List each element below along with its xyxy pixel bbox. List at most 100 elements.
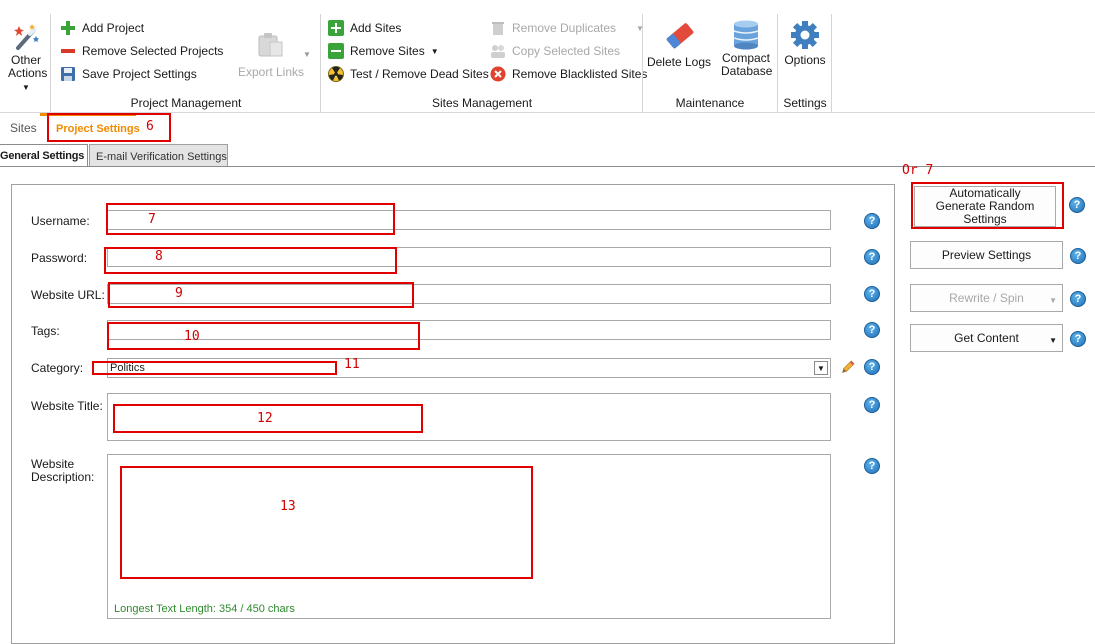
add-sites-label: Add Sites bbox=[350, 21, 402, 35]
blacklist-x-icon bbox=[490, 66, 506, 82]
remove-duplicates-label: Remove Duplicates bbox=[512, 21, 617, 35]
website-description-label: Website Description: bbox=[31, 457, 95, 484]
other-actions-label: Other Actions bbox=[8, 53, 48, 80]
eraser-icon bbox=[666, 23, 694, 49]
compact-database-button[interactable]: Compact Database bbox=[714, 20, 778, 78]
minus-icon bbox=[60, 43, 76, 59]
copy-sites-icon bbox=[490, 43, 506, 59]
ribbon-separator bbox=[831, 14, 832, 112]
annotation-box-8 bbox=[104, 247, 397, 274]
remove-sites-button[interactable]: Remove Sites ▼ bbox=[328, 41, 439, 61]
add-project-label: Add Project bbox=[82, 21, 145, 35]
add-sites-icon bbox=[328, 20, 344, 36]
help-icon[interactable]: ? bbox=[864, 213, 880, 229]
help-icon[interactable]: ? bbox=[864, 397, 880, 413]
help-icon[interactable]: ? bbox=[864, 359, 880, 375]
annotation-box-9 bbox=[108, 282, 414, 308]
sites-management-group-label: Sites Management bbox=[431, 96, 533, 110]
delete-logs-button[interactable]: Delete Logs bbox=[646, 20, 712, 69]
help-icon[interactable]: ? bbox=[864, 249, 880, 265]
remove-sites-label: Remove Sites bbox=[350, 44, 425, 58]
settings-group-label: Settings bbox=[783, 96, 827, 110]
add-project-button[interactable]: Add Project bbox=[60, 18, 144, 38]
annotation-label-7: 7 bbox=[148, 212, 156, 227]
copy-selected-sites-button[interactable]: Copy Selected Sites bbox=[490, 41, 620, 61]
annotation-box-11 bbox=[92, 361, 337, 375]
website-title-label: Website Title: bbox=[31, 399, 103, 413]
get-content-button[interactable]: Get Content ▼ bbox=[910, 324, 1063, 352]
maintenance-group-label: Maintenance bbox=[675, 96, 745, 110]
annotation-label-8: 8 bbox=[155, 249, 163, 264]
help-icon[interactable]: ? bbox=[1070, 291, 1086, 307]
chevron-down-icon: ▼ bbox=[430, 46, 439, 56]
remove-selected-projects-button[interactable]: Remove Selected Projects bbox=[60, 41, 223, 61]
export-links-label: Export Links bbox=[237, 65, 305, 79]
category-label: Category: bbox=[31, 361, 84, 375]
annotation-box-or7 bbox=[911, 182, 1064, 229]
copy-selected-sites-label: Copy Selected Sites bbox=[512, 44, 621, 58]
trash-icon bbox=[490, 20, 506, 36]
chevron-down-icon[interactable]: ▼ bbox=[814, 361, 828, 375]
help-icon[interactable]: ? bbox=[1070, 331, 1086, 347]
username-label: Username: bbox=[31, 214, 90, 228]
annotation-label-11: 11 bbox=[344, 357, 360, 372]
tags-label: Tags: bbox=[31, 324, 60, 338]
project-management-group-label: Project Management bbox=[130, 96, 242, 110]
export-links-dropdown-icon[interactable]: ▼ bbox=[303, 50, 311, 59]
annotation-label-or7: Or 7 bbox=[902, 163, 934, 178]
remove-sites-icon bbox=[328, 43, 344, 59]
ribbon-separator bbox=[50, 14, 51, 112]
subtab-general-settings[interactable]: General Settings bbox=[0, 144, 88, 167]
save-project-settings-label: Save Project Settings bbox=[82, 67, 197, 81]
radioactive-icon bbox=[328, 66, 344, 82]
website-url-label: Website URL: bbox=[31, 288, 105, 302]
subtab-email-verification-label: E-mail Verification Settings bbox=[96, 151, 227, 163]
gear-icon bbox=[791, 21, 819, 49]
password-label: Password: bbox=[31, 251, 88, 265]
plus-icon bbox=[60, 20, 76, 36]
longest-text-length: Longest Text Length: 354 / 450 chars bbox=[114, 603, 295, 615]
options-button[interactable]: Options bbox=[780, 20, 830, 67]
preview-settings-label: Preview Settings bbox=[941, 247, 1032, 262]
rewrite-spin-label: Rewrite / Spin bbox=[949, 290, 1024, 305]
compact-database-label: Compact Database bbox=[721, 51, 773, 78]
remove-selected-projects-label: Remove Selected Projects bbox=[82, 44, 224, 58]
help-icon[interactable]: ? bbox=[1069, 197, 1085, 213]
ribbon-separator bbox=[642, 14, 643, 112]
database-icon bbox=[733, 20, 759, 50]
other-actions-button[interactable]: Other Actions ▼ bbox=[4, 22, 48, 102]
help-icon[interactable]: ? bbox=[864, 322, 880, 338]
ribbon-separator bbox=[320, 14, 321, 112]
export-links-button[interactable]: Export Links bbox=[234, 30, 308, 79]
export-links-icon bbox=[258, 33, 283, 57]
chevron-down-icon: ▼ bbox=[1049, 336, 1057, 345]
subtab-email-verification[interactable]: E-mail Verification Settings bbox=[89, 144, 228, 166]
chevron-down-icon: ▼ bbox=[22, 83, 30, 92]
remove-duplicates-button[interactable]: Remove Duplicates ▼ bbox=[490, 18, 644, 38]
magic-wand-icon bbox=[14, 24, 39, 50]
floppy-disk-icon bbox=[60, 66, 76, 82]
get-content-label: Get Content bbox=[954, 330, 1019, 345]
remove-blacklisted-sites-button[interactable]: Remove Blacklisted Sites bbox=[490, 64, 647, 84]
subtab-general-settings-label: General Settings bbox=[0, 150, 85, 162]
preview-settings-button[interactable]: Preview Settings bbox=[910, 241, 1063, 269]
tab-sites[interactable]: Sites bbox=[10, 121, 37, 135]
help-icon[interactable]: ? bbox=[864, 458, 880, 474]
test-remove-dead-sites-label: Test / Remove Dead Sites bbox=[350, 67, 489, 81]
pencil-icon[interactable] bbox=[839, 360, 855, 379]
add-sites-button[interactable]: Add Sites bbox=[328, 18, 401, 38]
options-label: Options bbox=[784, 53, 826, 67]
remove-blacklisted-sites-label: Remove Blacklisted Sites bbox=[512, 67, 648, 81]
annotation-label-10: 10 bbox=[184, 329, 200, 344]
annotation-label-9: 9 bbox=[175, 286, 183, 301]
annotation-box-10 bbox=[107, 322, 420, 350]
save-project-settings-button[interactable]: Save Project Settings bbox=[60, 64, 197, 84]
delete-logs-label: Delete Logs bbox=[646, 55, 712, 69]
test-remove-dead-sites-button[interactable]: Test / Remove Dead Sites bbox=[328, 64, 489, 84]
rewrite-spin-button[interactable]: Rewrite / Spin ▼ bbox=[910, 284, 1063, 312]
annotation-label-13: 13 bbox=[280, 499, 296, 514]
help-icon[interactable]: ? bbox=[864, 286, 880, 302]
help-icon[interactable]: ? bbox=[1070, 248, 1086, 264]
annotation-label-12: 12 bbox=[257, 411, 273, 426]
annotation-box-13 bbox=[120, 466, 533, 579]
